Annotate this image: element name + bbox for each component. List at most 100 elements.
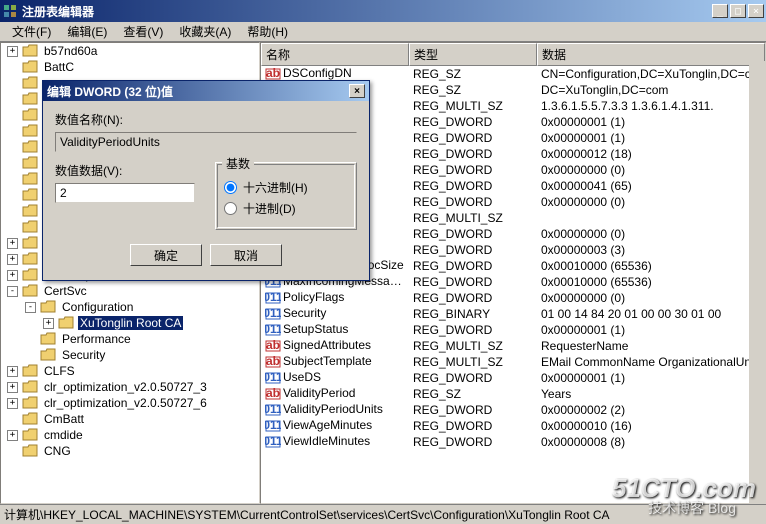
dialog-title: 编辑 DWORD (32 位)值	[47, 83, 349, 100]
menu-file[interactable]: 文件(F)	[4, 21, 59, 42]
scrollbar-vertical[interactable]	[749, 61, 765, 503]
list-row[interactable]: abValidityPeriodREG_SZYears	[261, 386, 765, 402]
list-row[interactable]: abSignedAttributesREG_MULTI_SZRequesterN…	[261, 338, 765, 354]
list-row[interactable]: 011PolicyFlagsREG_DWORD0x00000000 (0)	[261, 290, 765, 306]
row-type: REG_SZ	[409, 387, 537, 401]
tree-item[interactable]: - Configuration	[1, 299, 259, 315]
menu-favorites[interactable]: 收藏夹(A)	[171, 21, 239, 42]
row-data: 0x00000012 (18)	[537, 147, 765, 161]
edit-dword-dialog: 编辑 DWORD (32 位)值 × 数值名称(N): 数值数据(V): 基数 …	[42, 80, 370, 281]
list-row[interactable]: 011UseDSREG_DWORD0x00000001 (1)	[261, 370, 765, 386]
row-type: REG_DWORD	[409, 323, 537, 337]
list-row[interactable]: 011ViewIdleMinutesREG_DWORD0x00000008 (8…	[261, 434, 765, 450]
tree-item[interactable]: - CertSvc	[1, 283, 259, 299]
string-icon: ab	[265, 354, 281, 370]
list-row[interactable]: abSubjectTemplateREG_MULTI_SZEMail Commo…	[261, 354, 765, 370]
folder-icon	[22, 204, 38, 218]
tree-label[interactable]: Configuration	[60, 300, 135, 314]
radio-dec[interactable]: 十进制(D)	[224, 200, 348, 217]
tree-label[interactable]: CmBatt	[42, 412, 86, 426]
col-type[interactable]: 类型	[409, 43, 537, 66]
tree-label[interactable]: clr_optimization_v2.0.50727_6	[42, 396, 209, 410]
row-name: ValidityPeriod	[283, 386, 355, 400]
binary-icon: 011	[265, 402, 281, 418]
tree-label[interactable]: Security	[60, 348, 107, 362]
tree-item[interactable]: CNG	[1, 443, 259, 459]
ok-button[interactable]: 确定	[130, 244, 202, 266]
tree-expander[interactable]: +	[7, 46, 18, 57]
row-data: RequesterName	[537, 339, 765, 353]
list-row[interactable]: 011ViewAgeMinutesREG_DWORD0x00000010 (16…	[261, 418, 765, 434]
row-data: 0x00000001 (1)	[537, 115, 765, 129]
menu-edit[interactable]: 编辑(E)	[59, 21, 115, 42]
list-header: 名称 类型 数据	[261, 43, 765, 66]
svg-text:011: 011	[265, 402, 281, 416]
folder-icon	[22, 444, 38, 458]
window-title: 注册表编辑器	[22, 3, 712, 20]
tree-expander[interactable]: +	[7, 398, 18, 409]
row-type: REG_DWORD	[409, 131, 537, 145]
radio-dec-input[interactable]	[224, 202, 237, 215]
tree-label[interactable]: clr_optimization_v2.0.50727_3	[42, 380, 209, 394]
list-row[interactable]: 011SecurityREG_BINARY01 00 14 84 20 01 0…	[261, 306, 765, 322]
row-type: REG_BINARY	[409, 307, 537, 321]
row-type: REG_DWORD	[409, 227, 537, 241]
row-data: 01 00 14 84 20 01 00 00 30 01 00	[537, 307, 765, 321]
tree-item[interactable]: CmBatt	[1, 411, 259, 427]
tree-label[interactable]: BattC	[42, 60, 76, 74]
row-data: 0x00000008 (8)	[537, 435, 765, 449]
tree-expander[interactable]: +	[7, 382, 18, 393]
col-data[interactable]: 数据	[537, 43, 765, 66]
tree-item[interactable]: + clr_optimization_v2.0.50727_6	[1, 395, 259, 411]
list-row[interactable]: 011SetupStatusREG_DWORD0x00000001 (1)	[261, 322, 765, 338]
tree-expander[interactable]: -	[25, 302, 36, 313]
row-data: 0x00000001 (1)	[537, 131, 765, 145]
dialog-close-button[interactable]: ×	[349, 84, 365, 98]
tree-item[interactable]: + CLFS	[1, 363, 259, 379]
row-data: CN=Configuration,DC=XuTonglin,DC=c	[537, 67, 765, 81]
tree-label[interactable]: CNG	[42, 444, 73, 458]
svg-text:ab: ab	[266, 66, 280, 80]
value-data-label: 数值数据(V):	[55, 162, 195, 179]
tree-expander[interactable]: +	[7, 366, 18, 377]
radio-hex-input[interactable]	[224, 181, 237, 194]
tree-item[interactable]: + b57nd60a	[1, 43, 259, 59]
list-row[interactable]: 011ValidityPeriodUnitsREG_DWORD0x0000000…	[261, 402, 765, 418]
tree-expander[interactable]: +	[7, 270, 18, 281]
row-type: REG_MULTI_SZ	[409, 211, 537, 225]
close-button[interactable]: ×	[748, 4, 764, 18]
radio-hex[interactable]: 十六进制(H)	[224, 179, 348, 196]
tree-item[interactable]: + clr_optimization_v2.0.50727_3	[1, 379, 259, 395]
folder-icon	[40, 300, 56, 314]
binary-icon: 011	[265, 306, 281, 322]
tree-item[interactable]: + cmdide	[1, 427, 259, 443]
tree-item[interactable]: BattC	[1, 59, 259, 75]
folder-icon	[22, 220, 38, 234]
tree-expander[interactable]: +	[7, 430, 18, 441]
tree-item[interactable]: Performance	[1, 331, 259, 347]
row-data: 0x00000002 (2)	[537, 403, 765, 417]
tree-label[interactable]: CLFS	[42, 364, 77, 378]
cancel-button[interactable]: 取消	[210, 244, 282, 266]
minimize-button[interactable]: _	[712, 4, 728, 18]
col-name[interactable]: 名称	[261, 43, 409, 66]
tree-item[interactable]: Security	[1, 347, 259, 363]
base-fieldset: 基数 十六进制(H) 十进制(D)	[215, 162, 357, 230]
tree-label[interactable]: b57nd60a	[42, 44, 99, 58]
menubar: 文件(F) 编辑(E) 查看(V) 收藏夹(A) 帮助(H)	[0, 22, 766, 42]
menu-view[interactable]: 查看(V)	[115, 21, 171, 42]
tree-expander[interactable]: +	[7, 254, 18, 265]
maximize-button[interactable]: □	[730, 4, 746, 18]
tree-expander[interactable]: +	[7, 238, 18, 249]
tree-expander[interactable]: +	[43, 318, 54, 329]
tree-item[interactable]: + XuTonglin Root CA	[1, 315, 259, 331]
tree-label[interactable]: Performance	[60, 332, 133, 346]
tree-label[interactable]: XuTonglin Root CA	[78, 316, 183, 330]
value-data-input[interactable]	[55, 183, 195, 203]
tree-label[interactable]: CertSvc	[42, 284, 89, 298]
tree-expander[interactable]: -	[7, 286, 18, 297]
tree-label[interactable]: cmdide	[42, 428, 85, 442]
row-data: 0x00010000 (65536)	[537, 275, 765, 289]
row-type: REG_DWORD	[409, 403, 537, 417]
menu-help[interactable]: 帮助(H)	[239, 21, 296, 42]
